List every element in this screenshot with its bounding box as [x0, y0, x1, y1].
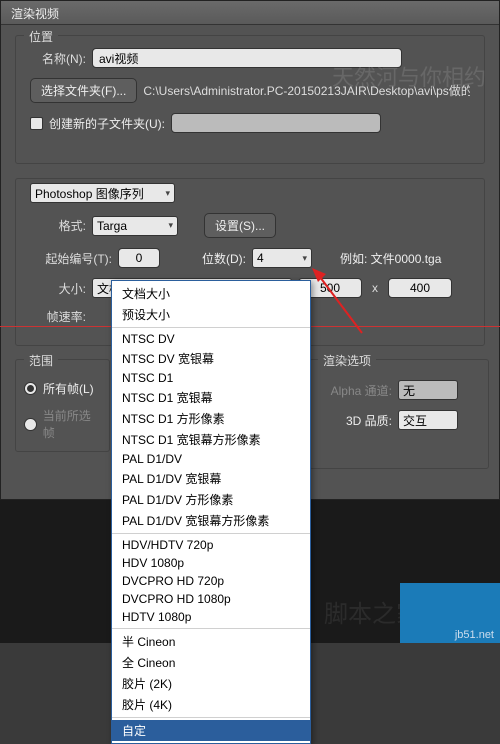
- chevron-down-icon: ▾: [165, 188, 170, 199]
- chevron-down-icon: ▾: [302, 253, 307, 264]
- quality-select[interactable]: 交互: [398, 410, 458, 430]
- size-option[interactable]: HDV/HDTV 720p: [112, 536, 310, 554]
- dialog-title: 渲染视频: [11, 7, 59, 21]
- size-option[interactable]: HDTV 1080p: [112, 608, 310, 626]
- digits-select[interactable]: 4▾: [252, 248, 312, 268]
- all-frames-radio[interactable]: [24, 382, 37, 395]
- size-option[interactable]: NTSC DV 宽银幕: [112, 348, 310, 369]
- folder-path: C:\Users\Administrator.PC-20150213JAIR\D…: [143, 82, 470, 99]
- select-folder-button[interactable]: 选择文件夹(F)...: [30, 78, 137, 103]
- new-subfolder-checkbox[interactable]: [30, 117, 43, 130]
- position-group-label: 位置: [24, 28, 58, 45]
- mult-label: x: [368, 281, 382, 295]
- start-num-label: 起始编号(T):: [30, 250, 112, 267]
- corner-badge-text: jb51.net: [455, 629, 494, 641]
- size-option[interactable]: 胶片 (2K): [112, 673, 310, 694]
- size-option[interactable]: 文档大小: [112, 283, 310, 304]
- size-option[interactable]: PAL D1/DV: [112, 450, 310, 468]
- example-label: 例如: 文件0000.tga: [340, 250, 441, 267]
- size-label: 大小:: [30, 280, 86, 297]
- quality-label: 3D 品质:: [320, 412, 392, 429]
- size-option[interactable]: DVCPRO HD 720p: [112, 572, 310, 590]
- size-dropdown[interactable]: 文档大小预设大小NTSC DVNTSC DV 宽银幕NTSC D1NTSC D1…: [111, 280, 311, 744]
- digits-label: 位数(D):: [202, 250, 246, 267]
- fps-label: 帧速率:: [30, 308, 86, 325]
- format-label: 格式:: [30, 217, 86, 234]
- size-option[interactable]: 半 Cineon: [112, 631, 310, 652]
- height-input[interactable]: [388, 278, 452, 298]
- size-option[interactable]: PAL D1/DV 方形像素: [112, 489, 310, 510]
- render-options-label: 渲染选项: [318, 352, 376, 369]
- size-option[interactable]: 全 Cineon: [112, 652, 310, 673]
- render-options-group-wrap: 渲染选项 Alpha 通道: 无 3D 品质: 交互: [309, 359, 489, 469]
- size-option[interactable]: PAL D1/DV 宽银幕: [112, 468, 310, 489]
- new-subfolder-label: 创建新的子文件夹(U):: [49, 115, 165, 132]
- position-group: 位置 名称(N): 选择文件夹(F)... C:\Users\Administr…: [15, 35, 485, 164]
- size-option[interactable]: NTSC DV: [112, 330, 310, 348]
- mode-select[interactable]: Photoshop 图像序列▾: [30, 183, 175, 203]
- start-num-input[interactable]: [118, 248, 160, 268]
- all-frames-label: 所有帧(L): [43, 380, 94, 397]
- size-option[interactable]: NTSC D1 宽银幕: [112, 387, 310, 408]
- corner-badge: jb51.net: [400, 583, 500, 643]
- size-option[interactable]: HDV 1080p: [112, 554, 310, 572]
- current-frames-radio[interactable]: [24, 418, 37, 431]
- size-option[interactable]: DVCPRO HD 1080p: [112, 590, 310, 608]
- alpha-label: Alpha 通道:: [320, 382, 392, 399]
- name-label: 名称(N):: [30, 50, 86, 67]
- name-input[interactable]: [92, 48, 402, 68]
- current-frames-label: 当前所选帧: [43, 407, 101, 441]
- size-option[interactable]: 预设大小: [112, 304, 310, 325]
- size-option[interactable]: 胶片 (4K): [112, 694, 310, 715]
- settings-button[interactable]: 设置(S)...: [204, 213, 276, 238]
- range-group-wrap: 范围 所有帧(L) 当前所选帧: [15, 359, 110, 452]
- size-option[interactable]: NTSC D1 宽银幕方形像素: [112, 429, 310, 450]
- range-group-label: 范围: [24, 352, 58, 369]
- size-option[interactable]: NTSC D1: [112, 369, 310, 387]
- size-option[interactable]: PAL D1/DV 宽银幕方形像素: [112, 510, 310, 531]
- new-subfolder-input[interactable]: [171, 113, 381, 133]
- alpha-select[interactable]: 无: [398, 380, 458, 400]
- chevron-down-icon: ▾: [168, 220, 173, 231]
- size-option[interactable]: NTSC D1 方形像素: [112, 408, 310, 429]
- size-option[interactable]: 自定: [112, 720, 310, 741]
- format-select[interactable]: Targa▾: [92, 216, 178, 236]
- dialog-titlebar[interactable]: 渲染视频: [1, 1, 499, 25]
